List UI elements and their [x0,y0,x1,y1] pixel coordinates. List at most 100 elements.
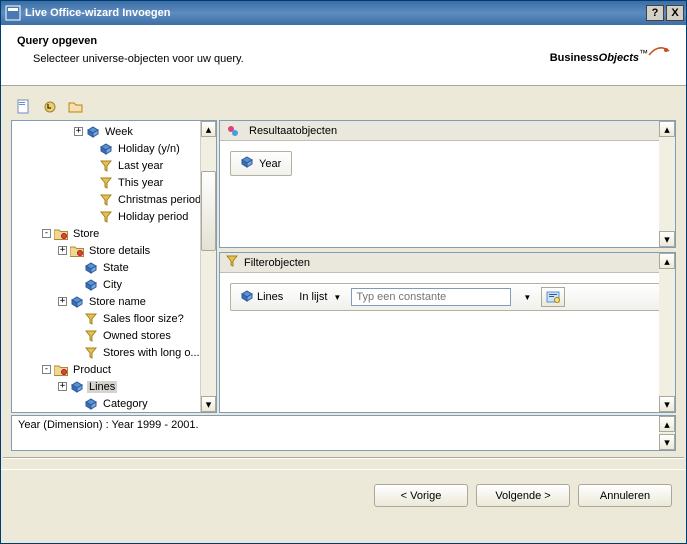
filter-icon [84,329,98,343]
result-icon [226,124,240,138]
tree-node[interactable]: - Store [12,225,216,242]
dimension-icon [70,380,84,394]
tree-label: Store name [87,296,148,308]
logo-swoosh-icon [648,41,670,63]
tree-scrollbar[interactable]: ▴ ▾ [200,121,216,412]
filter-icon [99,210,113,224]
status-bar: Year (Dimension) : Year 1999 - 2001. ▴ ▾ [11,415,676,451]
tree-label: Store details [87,245,152,257]
universe-tree-panel: + Week Holiday (y/n) Last year This year Chri… [11,120,217,413]
tree-expander[interactable]: + [74,127,83,136]
filter-icon [84,312,98,326]
toolbar [11,96,676,120]
filter-icon [226,255,238,270]
tree-label: Sales floor size? [101,313,186,325]
filter-objects-panel: Filterobjecten Lines In lijst ▼ ▼ [219,252,676,413]
tree-node[interactable]: + Store details [12,242,216,259]
tree-expander[interactable]: + [58,246,67,255]
tree-label: Holiday (y/n) [116,143,182,155]
filter-field-name: Lines [257,291,283,303]
tree-node[interactable]: - Product [12,361,216,378]
status-scrollbar[interactable]: ▴ ▾ [659,416,675,450]
tree-label: City [101,279,124,291]
tree-label: State [101,262,131,274]
filter-icon [84,346,98,360]
titlebar: Live Office-wizard Invoegen ? X [1,1,686,25]
tree-node[interactable]: Holiday period [12,208,216,225]
filter-panel-title: Filterobjecten [244,257,310,269]
brand-logo: BusinessObjects™ [510,35,670,71]
tree-node[interactable]: Christmas period [12,191,216,208]
tree-node[interactable]: Holiday (y/n) [12,140,216,157]
filter-operator-dropdown[interactable]: In lijst ▼ [293,289,347,305]
tree-node[interactable]: Category [12,395,216,412]
dimension-icon [70,295,84,309]
tree-label: Category [101,398,150,410]
tree-label: Owned stores [101,330,173,342]
close-button[interactable]: X [666,5,684,21]
scroll-thumb[interactable] [201,171,216,251]
filter-icon [99,176,113,190]
filter-scrollbar[interactable]: ▴ ▾ [659,253,675,412]
tree-label: Stores with long o... [101,347,202,359]
class-icon [54,363,68,377]
tree-label: Week [103,126,135,138]
wizard-header: Query opgeven Selecteer universe-objecte… [1,25,686,86]
result-panel-title: Resultaatobjecten [249,125,337,137]
chevron-down-icon: ▼ [333,293,341,302]
tree-node[interactable]: City [12,276,216,293]
toolbar-undo-icon[interactable] [41,98,59,116]
tree-node[interactable]: + Store name [12,293,216,310]
filter-value-input[interactable] [351,288,511,306]
dimension-icon [84,261,98,275]
tree-node[interactable]: Owned stores [12,327,216,344]
status-text: Year (Dimension) : Year 1999 - 2001. [18,419,199,431]
result-objects-panel: Resultaatobjecten Year ▴ ▾ [219,120,676,248]
next-button[interactable]: Volgende > [476,484,570,507]
result-scrollbar[interactable]: ▴ ▾ [659,121,675,247]
toolbar-folder-icon[interactable] [67,98,85,116]
tree-label: Product [71,364,113,376]
tree-label: This year [116,177,165,189]
page-subtitle: Selecteer universe-objecten voor uw quer… [17,53,510,65]
tree-label: Lines [87,381,117,393]
toolbar-new-icon[interactable] [15,98,33,116]
filter-icon [99,193,113,207]
dimension-icon [241,290,253,305]
filter-condition-row: Lines In lijst ▼ ▼ [230,283,665,311]
tree-label: Holiday period [116,211,190,223]
dimension-icon [84,397,98,411]
tree-label: Last year [116,160,165,172]
result-object-year[interactable]: Year [230,151,292,176]
filter-icon [99,159,113,173]
tree-expander[interactable]: - [42,229,51,238]
back-button[interactable]: < Vorige [374,484,468,507]
tree-node[interactable]: Last year [12,157,216,174]
tree-expander[interactable]: + [58,297,67,306]
help-button[interactable]: ? [646,5,664,21]
window-title: Live Office-wizard Invoegen [25,7,644,19]
tree-expander[interactable]: - [42,365,51,374]
filter-prompt-button[interactable] [541,287,565,307]
tree-node[interactable]: This year [12,174,216,191]
app-icon [5,5,21,21]
tree-label: Store [71,228,101,240]
tree-node[interactable]: State [12,259,216,276]
class-icon [54,227,68,241]
cancel-button[interactable]: Annuleren [578,484,672,507]
dimension-icon [86,125,100,139]
wizard-footer: < Vorige Volgende > Annuleren [1,469,686,507]
tree-node[interactable]: + Week [12,123,216,140]
scroll-down-icon[interactable]: ▾ [201,396,216,412]
page-title: Query opgeven [17,35,510,47]
tree-node[interactable]: Stores with long o... [12,344,216,361]
scroll-up-icon[interactable]: ▴ [201,121,216,137]
dimension-icon [84,278,98,292]
tree-label: Christmas period [116,194,203,206]
dimension-icon [99,142,113,156]
tree-node[interactable]: Sales floor size? [12,310,216,327]
filter-value-dropdown[interactable]: ▼ [515,291,537,304]
dimension-icon [241,156,253,171]
tree-node[interactable]: + Lines [12,378,216,395]
tree-expander[interactable]: + [58,382,67,391]
